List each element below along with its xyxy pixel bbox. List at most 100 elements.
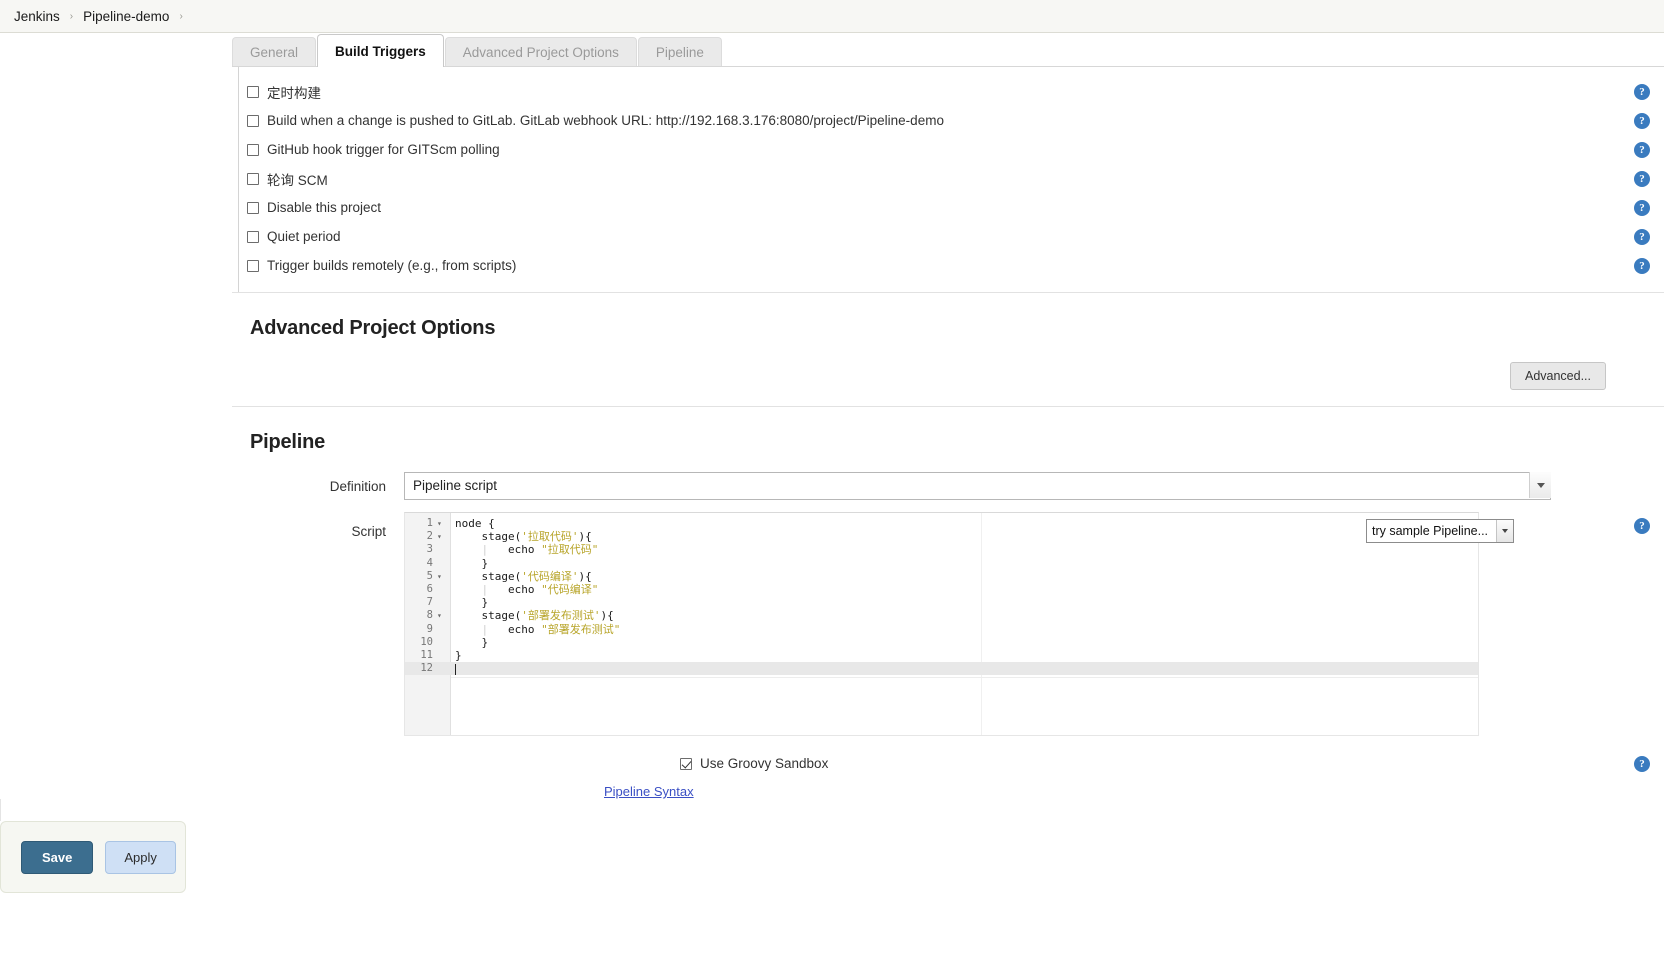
code-text: } [455,596,489,610]
tab-pipeline[interactable]: Pipeline [637,37,722,67]
config-tabbar: General Build Triggers Advanced Project … [232,33,1664,67]
code-line: 2 ▾ stage('拉取代码'){ [405,530,1478,543]
line-number: 11 [420,648,433,661]
advanced-button[interactable]: Advanced... [1509,362,1606,390]
pipeline-syntax-link[interactable]: Pipeline Syntax [604,784,694,799]
line-number: 7 [426,596,433,609]
checkbox-poll-scm[interactable] [247,172,259,185]
trigger-label-timer-build: 定时构建 [267,85,321,101]
definition-label: Definition [329,478,386,494]
definition-select[interactable]: Pipeline script [404,472,1551,500]
code-text: | echo "代码编译" [481,582,599,596]
pipeline-syntax-row: Pipeline Syntax [232,771,1664,799]
line-number: 1 [426,517,433,529]
code-line: 1 ▾ node { [405,517,1478,530]
code-text: stage('部署发布测试'){ [455,609,614,623]
chevron-down-icon [1496,520,1513,542]
code-line: 4 } [405,557,1478,570]
checkbox-remote-trigger[interactable] [247,259,259,272]
code-line: 5 ▾ stage('代码编译'){ [405,570,1478,583]
sandbox-label: Use Groovy Sandbox [700,756,829,771]
editor-code-lines: 1 ▾ node { 2 ▾ stage('拉取代码'){ 3 | echo "拉取代… [405,517,1478,676]
fold-arrow-icon[interactable]: ▾ [435,609,451,622]
code-line: 8 ▾ stage('部署发布测试'){ [405,609,1478,622]
code-line: 9 | echo "部署发布测试" [405,623,1478,636]
trigger-label-gitlab-push: Build when a change is pushed to GitLab.… [267,113,944,128]
code-text: } [455,556,489,570]
tab-advanced-project-options[interactable]: Advanced Project Options [444,37,637,67]
help-icon[interactable] [1634,755,1650,772]
line-number: 9 [426,622,433,635]
checkbox-timer-build[interactable] [247,85,259,98]
left-rail: Save Apply [0,33,232,960]
jenkins-job-config-page: Jenkins › Pipeline-demo › Save Apply Gen… [0,0,1664,960]
trigger-row-github-hook: GitHub hook trigger for GITScm polling [239,135,1664,164]
tab-general[interactable]: General [232,37,317,67]
checkbox-gitlab-push[interactable] [247,114,259,127]
save-button[interactable]: Save [21,840,94,874]
sample-pipeline-select-value: try sample Pipeline... [1372,524,1489,538]
groovy-script-editor[interactable]: 1 ▾ node { 2 ▾ stage('拉取代码'){ 3 | echo "拉取代… [404,512,1479,736]
code-text [451,662,456,675]
script-row: Script 1 ▾ node { 2 ▾ stage('拉取代码'){ 3 | ec… [232,506,1664,736]
code-line: 6 | echo "代码编译" [405,583,1478,596]
trigger-row-poll-scm: 轮询 SCM [239,164,1664,193]
section-title-advanced-project-options: Advanced Project Options [250,317,496,339]
trigger-row-disable-project: Disable this project [239,193,1664,222]
help-icon[interactable] [1634,112,1650,129]
tab-build-triggers[interactable]: Build Triggers [317,34,444,67]
trigger-label-remote-trigger: Trigger builds remotely (e.g., from scri… [267,258,517,273]
line-number: 10 [420,635,433,648]
fold-arrow-icon[interactable]: ▾ [435,570,451,583]
help-icon[interactable] [1634,257,1650,274]
help-icon[interactable] [1634,141,1650,158]
build-triggers-section: 定时构建 Build when a change is pushed to Gi… [238,67,1664,292]
line-number: 6 [426,582,433,595]
breadcrumb-trailing-separator-icon: › [179,10,183,22]
sample-pipeline-select[interactable]: try sample Pipeline... [1366,519,1514,543]
code-text: stage('拉取代码'){ [455,530,592,544]
config-form: 定时构建 Build when a change is pushed to Gi… [232,66,1664,960]
code-line: 11} [405,649,1478,662]
help-icon[interactable] [1634,83,1650,100]
savebar-rail-line [0,799,186,821]
line-number: 2 [426,530,433,543]
breadcrumb-item-jenkins[interactable]: Jenkins [14,9,60,24]
code-text: } [455,648,462,662]
section-title-pipeline: Pipeline [250,431,326,453]
breadcrumb-item-pipeline-demo[interactable]: Pipeline-demo [83,9,169,24]
form-footer-savebar: Save Apply [0,821,186,893]
trigger-row-gitlab: Build when a change is pushed to GitLab.… [239,106,1664,135]
checkbox-disable-project[interactable] [247,201,259,214]
fold-arrow-icon[interactable]: ▾ [435,517,451,530]
help-icon[interactable] [1634,199,1650,216]
line-number: 4 [426,556,433,569]
checkbox-github-hook[interactable] [247,143,259,156]
trigger-row-remote-trigger: Trigger builds remotely (e.g., from scri… [239,251,1664,280]
trigger-label-github-hook: GitHub hook trigger for GITScm polling [267,142,500,157]
advanced-button-row: Advanced... [232,344,1664,406]
script-label: Script [351,524,386,539]
code-text: node { [455,517,495,530]
editor-split-line [451,677,1478,678]
code-line: 7 } [405,596,1478,609]
code-text: | echo "拉取代码" [481,543,599,557]
definition-row: Definition Pipeline script [232,458,1664,506]
breadcrumb-separator-icon: › [69,10,74,22]
line-number: 8 [426,609,433,622]
code-line: 10 } [405,636,1478,649]
checkbox-use-groovy-sandbox[interactable] [680,757,692,770]
help-icon[interactable] [1634,518,1650,534]
line-number: 5 [426,569,433,582]
trigger-label-quiet-period: Quiet period [267,229,341,244]
breadcrumb: Jenkins › Pipeline-demo › [0,0,1664,33]
code-line-active: 12 [405,662,1478,676]
sandbox-row: Use Groovy Sandbox [232,736,1664,772]
body-wrapper: Save Apply General Build Triggers Advanc… [0,33,1664,960]
help-icon[interactable] [1634,228,1650,245]
fold-arrow-icon[interactable]: ▾ [435,530,451,543]
apply-button[interactable]: Apply [105,840,176,874]
checkbox-quiet-period[interactable] [247,230,259,243]
trigger-label-poll-scm: 轮询 SCM [267,172,328,188]
help-icon[interactable] [1634,170,1650,187]
